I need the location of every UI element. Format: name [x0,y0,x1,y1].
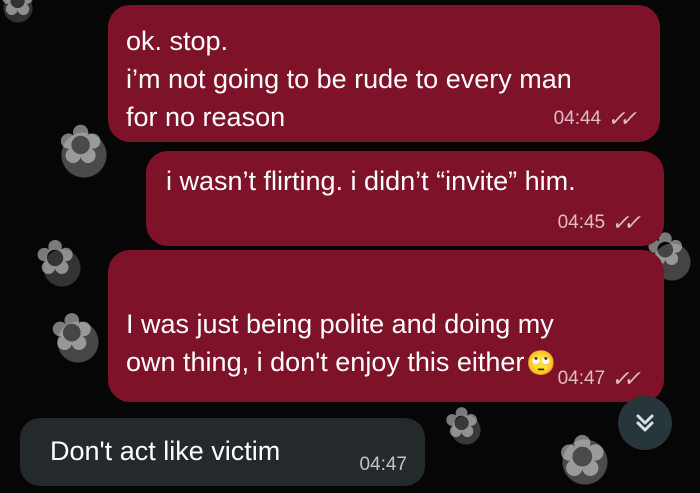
flower-decoration: ✿ [0,0,36,24]
flower-decoration: ✿ [558,424,607,489]
outgoing-message-bubble[interactable]: I was just being polite and doing my own… [108,250,664,402]
message-time: 04:44 [553,108,602,129]
message-text: Don't act like victim [50,436,281,466]
flower-decoration: ✿ [58,115,104,175]
read-receipt-icon: ✓✓ [610,210,639,235]
outgoing-message-bubble[interactable]: i wasn’t flirting. i didn’t “invite” him… [146,151,664,246]
incoming-message-bubble[interactable]: Don't act like victim 04:47 [20,418,425,486]
face-with-rolling-eyes-icon: 🙄 [526,350,557,377]
read-receipt-icon: ✓✓ [610,366,639,391]
message-meta: 04:45 ✓✓ [557,210,639,236]
message-time: 04:47 [359,454,407,475]
read-receipt-icon: ✓✓ [606,106,635,131]
message-text: i wasn’t flirting. i didn’t “invite” him… [166,166,576,196]
message-time: 04:47 [557,368,606,389]
flower-decoration: ✿ [444,399,480,446]
message-meta: 04:47 ✓✓ [557,366,639,392]
scroll-down-button[interactable] [618,396,672,450]
message-text: I was just being polite and doing my own… [126,309,554,377]
message-text: ok. stop. i’m not going to be rude to ev… [126,26,572,132]
flower-decoration: ✿ [50,304,94,362]
message-text-wrapper: I was just being polite and doing my own… [126,267,631,383]
outgoing-message-bubble[interactable]: ok. stop. i’m not going to be rude to ev… [108,5,660,142]
double-chevron-down-icon [636,414,654,432]
message-time: 04:45 [557,212,606,233]
flower-decoration: ✿ [35,232,76,285]
message-meta: 04:44 ✓✓ [553,106,635,132]
